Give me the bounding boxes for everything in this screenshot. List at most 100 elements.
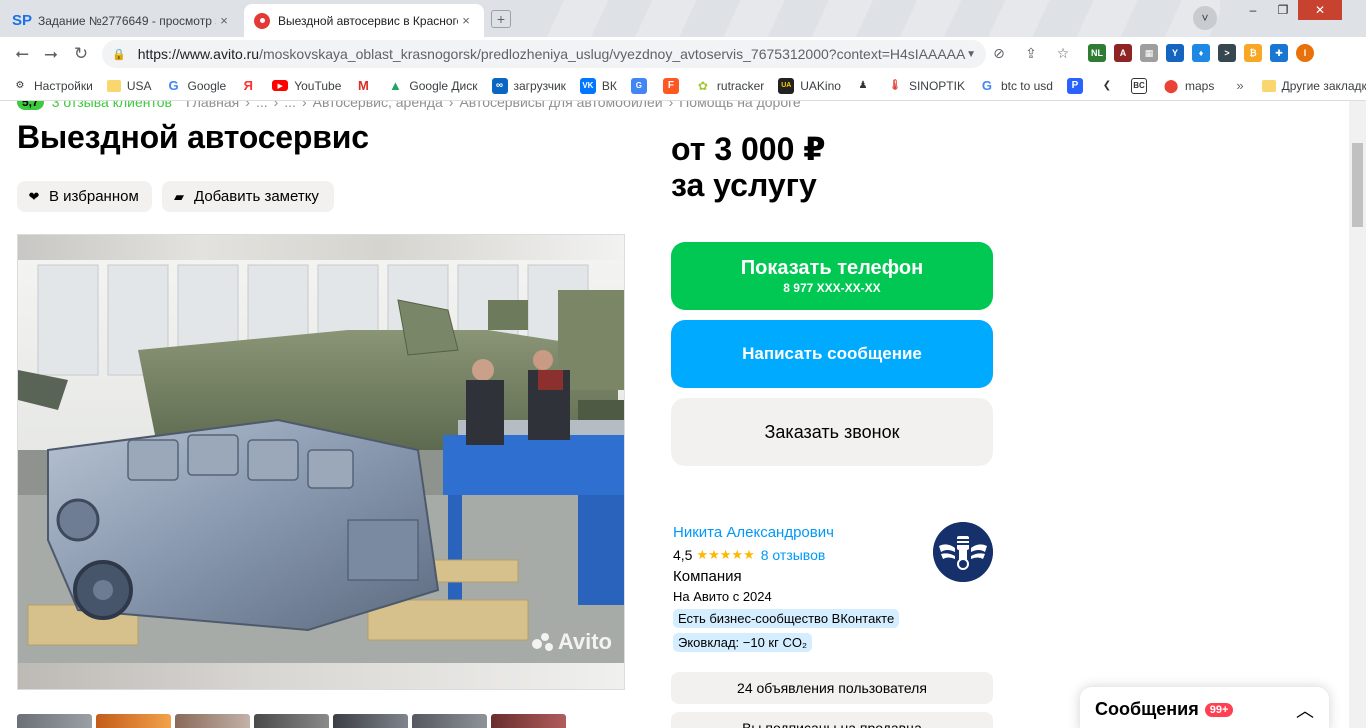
rutracker-icon: ✿ [697, 78, 708, 93]
share-icon[interactable]: ⇪ [1022, 44, 1040, 62]
extension-icon[interactable]: NL [1088, 44, 1106, 62]
extension-icon[interactable]: ♦ [1192, 44, 1210, 62]
write-message-button[interactable]: Написать сообщение [671, 320, 993, 388]
maximize-button[interactable]: ❐ [1268, 0, 1298, 20]
folder-icon [1261, 79, 1276, 92]
bookmark-вк[interactable]: VK ВК [579, 77, 617, 94]
breadcrumb-item[interactable]: Автосервисы для автомобилей [459, 101, 662, 110]
extension-icon[interactable]: > [1218, 44, 1236, 62]
tab-title: Задание №2776649 - просмотр за [38, 13, 216, 28]
thumbnail[interactable] [96, 714, 171, 728]
minimize-button[interactable]: – [1238, 0, 1268, 20]
order-call-button[interactable]: Заказать звонок [671, 398, 993, 466]
bookmark-p[interactable]: P [1066, 77, 1089, 94]
vk-community-badge[interactable]: Есть бизнес-сообщество ВКонтакте [673, 609, 900, 628]
bookmark-gmail[interactable]: M [355, 78, 377, 94]
bookmark-bc[interactable]: BC [1130, 77, 1153, 94]
youtube-icon: ▶ [272, 80, 289, 91]
thumbnail[interactable] [17, 714, 92, 728]
subscribed-button[interactable]: Вы подписаны на продавца [671, 712, 993, 728]
bookmark-google-диск[interactable]: ▲ Google Диск [387, 78, 478, 94]
favorite-label: В избранном [49, 188, 139, 205]
extension-icon[interactable]: ✚ [1270, 44, 1288, 62]
breadcrumb-item[interactable]: Автосервис, аренда [313, 101, 443, 110]
thumbnail[interactable] [333, 714, 408, 728]
extension-icon[interactable]: Y [1166, 44, 1184, 62]
breadcrumb-item[interactable]: Помощь на дороге [679, 101, 800, 110]
tab-avito[interactable]: Выездной автосервис в Красногорс × [244, 4, 484, 37]
bookmark-label: загрузчик [513, 78, 566, 93]
google-icon: G [981, 78, 993, 93]
tab-search-icon[interactable]: ˅ [1193, 6, 1217, 30]
bookmark-f[interactable]: F [662, 77, 685, 94]
tab-close-icon[interactable]: × [458, 13, 474, 28]
bookmark-sinoptik[interactable]: 🌡 SINOPTIK [887, 78, 965, 94]
heart-icon: ❤ [28, 188, 40, 204]
tab-close-icon[interactable]: × [216, 13, 232, 28]
eco-contribution-badge[interactable]: Эковклад: −10 кг CO₂ [673, 633, 813, 652]
new-tab-button[interactable]: + [491, 10, 511, 28]
page-scrollbar[interactable] [1349, 101, 1366, 728]
thumbnail[interactable] [412, 714, 487, 728]
bookmark-настройки[interactable]: ⚙ Настройки [12, 78, 93, 94]
bookmark-youtube[interactable]: ▶ YouTube [272, 79, 341, 93]
show-phone-button[interactable]: Показать телефон 8 977 XXX-XX-XX [671, 242, 993, 310]
user-ads-button[interactable]: 24 объявления пользователя [671, 672, 993, 704]
bookmark-label: maps [1184, 78, 1215, 93]
address-bar[interactable]: 🔒 https://www.avito.ru/moskovskaya_oblas… [102, 40, 986, 68]
extension-icon[interactable]: ₿ [1244, 44, 1262, 62]
breadcrumb-item[interactable]: ... [284, 101, 296, 110]
f-icon: F [662, 77, 679, 94]
bookmark-translate[interactable]: G [630, 77, 653, 94]
forward-button[interactable]: ⭢ [40, 43, 62, 65]
avito-watermark: Avito [531, 629, 612, 655]
thumbnail[interactable] [175, 714, 250, 728]
url-dropdown-icon[interactable]: ▼ [966, 49, 976, 60]
other-bookmarks[interactable]: Другие закладки [1261, 79, 1366, 93]
bookmark-usa[interactable]: USA [106, 79, 152, 93]
seller-reviews-link[interactable]: 8 отзывов [761, 547, 826, 563]
url-text: https://www.avito.ru/moskovskaya_oblast_… [137, 46, 967, 62]
bookmark-label: Google [187, 78, 227, 93]
extension-icon[interactable]: ▦ [1140, 44, 1158, 62]
breadcrumb-item[interactable]: ... [256, 101, 268, 110]
bookmark-maps[interactable]: ⬤ maps [1163, 78, 1215, 94]
main-photo[interactable] [18, 260, 624, 664]
price-unit: за услугу [671, 167, 817, 203]
lock-icon[interactable]: 🔒 [112, 48, 126, 61]
bookmark-yandex[interactable]: Я [240, 78, 262, 94]
close-window-button[interactable]: ✕ [1298, 0, 1342, 20]
phone-masked: 8 977 XXX-XX-XX [783, 281, 881, 295]
chevron-up-icon[interactable]: ︿ [1296, 697, 1314, 723]
blocked-popup-icon[interactable]: ⊘ [990, 44, 1008, 62]
bookmark-btc-to-usd[interactable]: Gbtc to usd [979, 78, 1053, 94]
bookmark-загрузчик[interactable]: ∞ загрузчик [491, 77, 566, 94]
extension-icon[interactable]: I [1296, 44, 1314, 62]
breadcrumb-item[interactable]: Главная [186, 101, 239, 110]
bookmark-rutracker[interactable]: ✿ rutracker [695, 78, 764, 94]
translate-icon: G [630, 77, 647, 94]
back-button[interactable]: ⭠ [11, 43, 33, 65]
tabstrip-background [520, 0, 1220, 37]
bookmark-google[interactable]: G Google [166, 78, 227, 94]
bookmark-uakino[interactable]: UA UAKino [778, 77, 841, 94]
scrollbar-thumb[interactable] [1352, 143, 1363, 227]
reload-button[interactable]: ↻ [70, 43, 92, 65]
bookmarks-more-button[interactable]: » [1236, 78, 1243, 93]
extension-icon[interactable]: А [1114, 44, 1132, 62]
rating-badge: 5,7 [17, 101, 44, 110]
add-note-button[interactable]: ▰ Добавить заметку [162, 181, 334, 212]
thumbnail[interactable] [491, 714, 566, 728]
bookmark-pawn[interactable]: ♟ [855, 78, 877, 94]
favorite-button[interactable]: ❤ В избранном [17, 181, 152, 212]
yandex-icon: Я [243, 78, 253, 93]
tab-task[interactable]: SP Задание №2776649 - просмотр за × [4, 4, 242, 37]
loader-icon: ∞ [491, 77, 508, 94]
photo-gallery[interactable]: Avito [17, 234, 625, 690]
messenger-widget[interactable]: Сообщения 99+ ︿ [1080, 687, 1329, 728]
avatar[interactable] [933, 522, 993, 582]
bookmark-star-icon[interactable]: ☆ [1054, 44, 1072, 62]
bookmark-arrow[interactable]: ❮ [1099, 78, 1121, 94]
thumbnail[interactable] [254, 714, 329, 728]
client-reviews-link[interactable]: 3 отзыва клиентов [52, 101, 172, 110]
